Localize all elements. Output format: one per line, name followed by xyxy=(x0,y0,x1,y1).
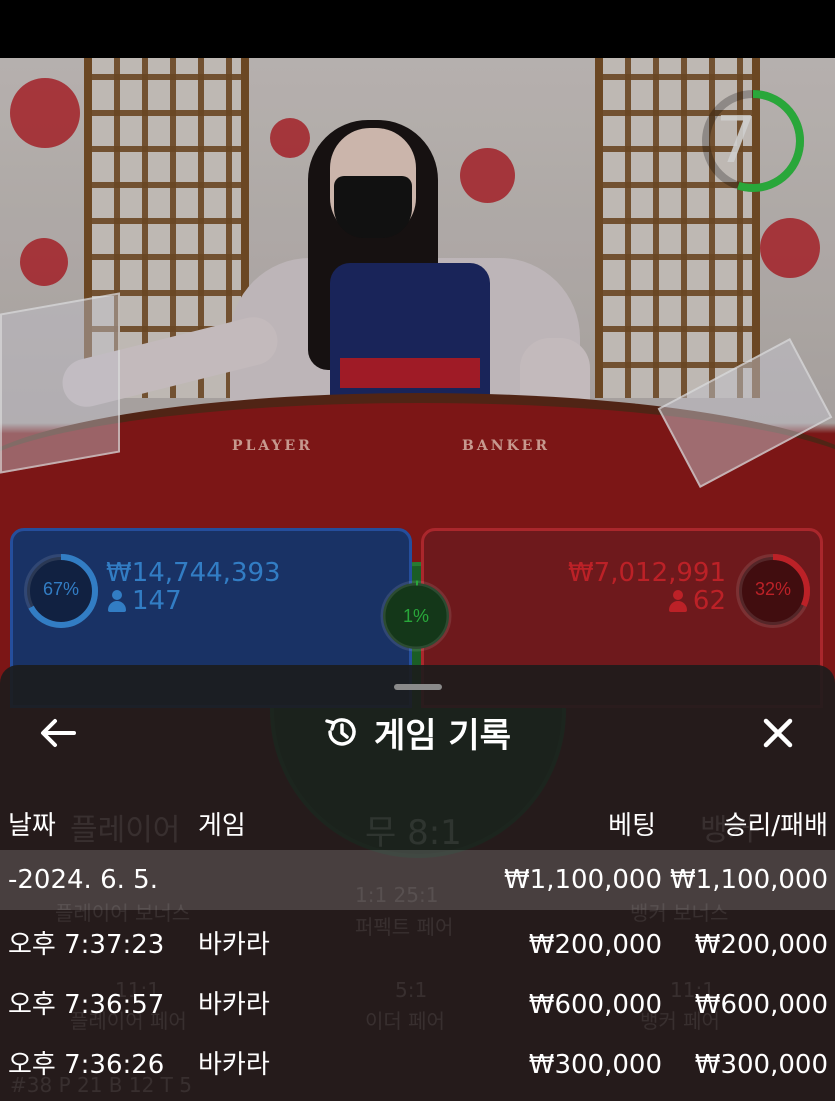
row-time: 오후 7:36:57 xyxy=(8,990,165,1020)
close-button[interactable] xyxy=(756,711,800,755)
drag-handle[interactable] xyxy=(394,684,442,690)
row-result: ₩300,000 xyxy=(694,1050,828,1080)
ghost-player-label: 플레이어 xyxy=(70,813,181,848)
history-icon xyxy=(325,718,356,746)
ghost-tie-label: 무 8:1 xyxy=(365,813,462,853)
date-group-row[interactable]: -2024. 6. 5. ₩1,100,000 ₩1,100,000 xyxy=(0,850,835,910)
row-bet: ₩300,000 xyxy=(528,1050,662,1080)
row-game: 바카라 xyxy=(198,1050,270,1080)
game-history-sheet: 플레이어 무 8:1 뱅커 플레이어 보너스 1:1 25:1 퍼펙트 페어 뱅… xyxy=(0,665,835,1101)
table-row[interactable]: 오후 7:36:57 바카라 ₩600,000 ₩600,000 xyxy=(0,975,835,1035)
row-game: 바카라 xyxy=(198,930,270,960)
status-bar xyxy=(0,0,835,58)
row-time: 오후 7:36:26 xyxy=(8,1050,165,1080)
table-row[interactable]: 오후 7:36:26 바카라 ₩300,000 ₩300,000 xyxy=(0,1035,835,1095)
row-bet: ₩600,000 xyxy=(528,990,662,1020)
date-group-result-total: ₩1,100,000 xyxy=(669,865,828,895)
column-header-date[interactable]: 날짜 xyxy=(8,805,56,842)
column-header-bet[interactable]: 베팅 xyxy=(530,805,656,842)
row-game: 바카라 xyxy=(198,990,270,1020)
sheet-title: 게임 기록 xyxy=(374,715,511,756)
date-group-label: -2024. 6. 5. xyxy=(8,865,158,895)
column-header-game[interactable]: 게임 xyxy=(198,805,246,842)
table-row[interactable]: 오후 7:37:23 바카라 ₩200,000 ₩200,000 xyxy=(0,915,835,975)
column-header-result[interactable]: 승리/패배 xyxy=(680,805,828,842)
app-root: PLAYER BANKER 7 67% ₩14,744,393 147 1% 3… xyxy=(0,0,835,1101)
row-result: ₩600,000 xyxy=(694,990,828,1020)
sheet-header: 게임 기록 xyxy=(0,709,835,756)
close-icon xyxy=(763,718,793,748)
date-group-bet-total: ₩1,100,000 xyxy=(503,865,662,895)
row-result: ₩200,000 xyxy=(694,930,828,960)
row-bet: ₩200,000 xyxy=(528,930,662,960)
row-time: 오후 7:37:23 xyxy=(8,930,165,960)
